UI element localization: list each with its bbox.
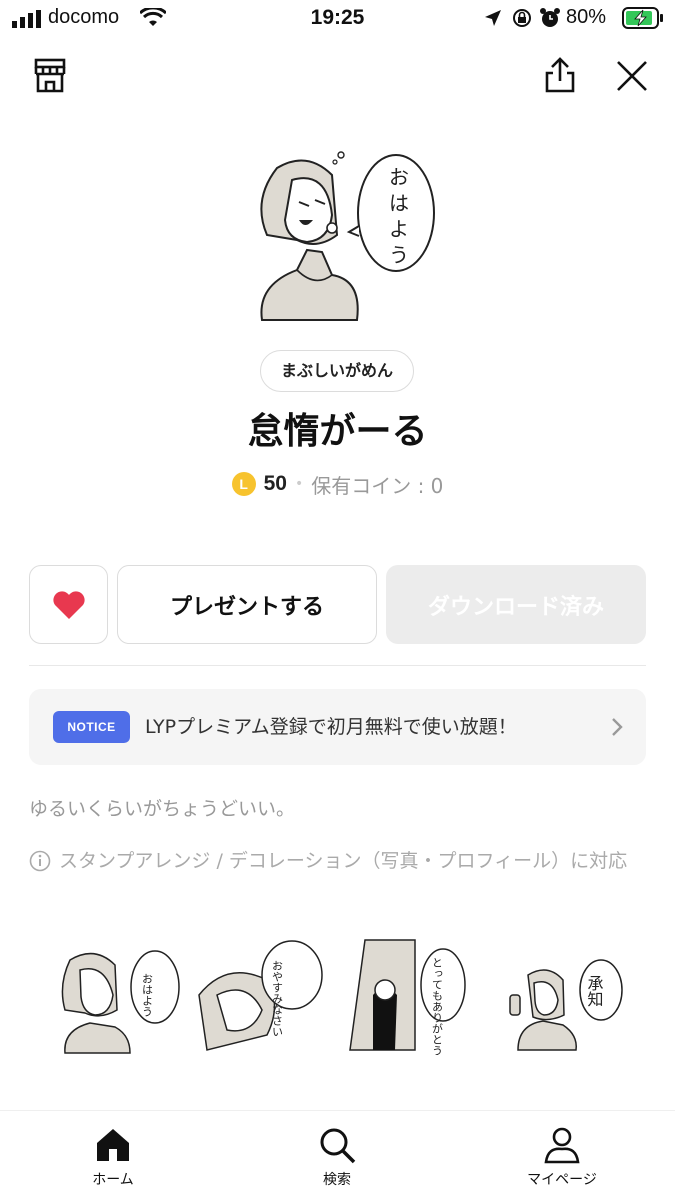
price-row: L 50 • 保有コイン : 0: [0, 468, 675, 500]
close-icon[interactable]: [612, 56, 652, 96]
notice-text: LYPプレミアム登録で初月無料で使い放題！: [145, 716, 517, 738]
share-icon[interactable]: [540, 56, 580, 96]
heart-icon: [52, 590, 85, 619]
divider: [29, 665, 646, 666]
shop-icon[interactable]: [30, 56, 70, 96]
notice-banner[interactable]: NOTICE LYPプレミアム登録で初月無料で使い放題！: [29, 689, 646, 765]
notice-badge: NOTICE: [53, 711, 130, 743]
sticker-thumbnail[interactable]: 承知: [498, 935, 628, 1055]
sticker-thumbnail[interactable]: とってもありがとう: [345, 935, 475, 1055]
search-icon: [320, 1128, 356, 1164]
separator-dot: •: [294, 476, 304, 492]
status-bar: docomo 19:25 80%: [0, 0, 675, 38]
tab-search-label: 検索: [323, 1172, 351, 1188]
thumbnail-bubble-text: おやすみなさい: [271, 960, 284, 1037]
sticker-bubble-text: お: [389, 165, 409, 189]
svg-text:う: う: [389, 243, 409, 267]
description: ゆるいくらいがちょうどいい。: [29, 798, 296, 820]
chevron-right-icon: [612, 718, 623, 736]
feature-info-text: スタンプアレンジ / デコレーション（写真・プロフィール）に対応: [59, 850, 628, 872]
svg-text:は: は: [389, 191, 409, 215]
rotation-lock-icon: [513, 9, 531, 27]
tab-search[interactable]: 検索: [277, 1111, 397, 1201]
creator-pill[interactable]: まぶしいがめん: [260, 350, 414, 392]
tab-mypage[interactable]: マイページ: [502, 1111, 622, 1201]
battery-charging-icon: [622, 7, 663, 29]
tab-home[interactable]: ホーム: [53, 1111, 173, 1201]
main-sticker-image: お は よ う: [260, 151, 435, 321]
thumbnail-bubble-text: 承知: [585, 975, 604, 1007]
info-icon: [29, 850, 51, 872]
tab-home-label: ホーム: [92, 1172, 134, 1188]
alarm-icon: [540, 8, 560, 27]
tab-bar: ホーム 検索 マイページ: [0, 1110, 675, 1201]
owned-coins: 保有コイン : 0: [311, 473, 444, 498]
line-coin-icon: L: [231, 472, 256, 496]
tab-mypage-label: マイページ: [527, 1172, 597, 1188]
price-value: 50: [263, 472, 287, 495]
thumbnail-bubble-text: おはよう: [141, 973, 154, 1017]
battery-percent: 80%: [566, 6, 607, 28]
home-icon: [97, 1129, 129, 1161]
sticker-thumbnail[interactable]: おはよう: [55, 935, 185, 1055]
sticker-thumbnail[interactable]: おやすみなさい: [197, 935, 327, 1055]
like-button[interactable]: [29, 565, 108, 644]
downloaded-button: ダウンロード済み: [386, 565, 646, 644]
sticker-title: 怠惰がーる: [247, 411, 428, 452]
thumbnail-bubble-text: とってもありがとう: [431, 957, 444, 1055]
present-button[interactable]: プレゼントする: [117, 565, 377, 644]
svg-text:よ: よ: [389, 217, 409, 241]
person-icon: [544, 1127, 580, 1164]
location-arrow-icon: [485, 10, 501, 26]
